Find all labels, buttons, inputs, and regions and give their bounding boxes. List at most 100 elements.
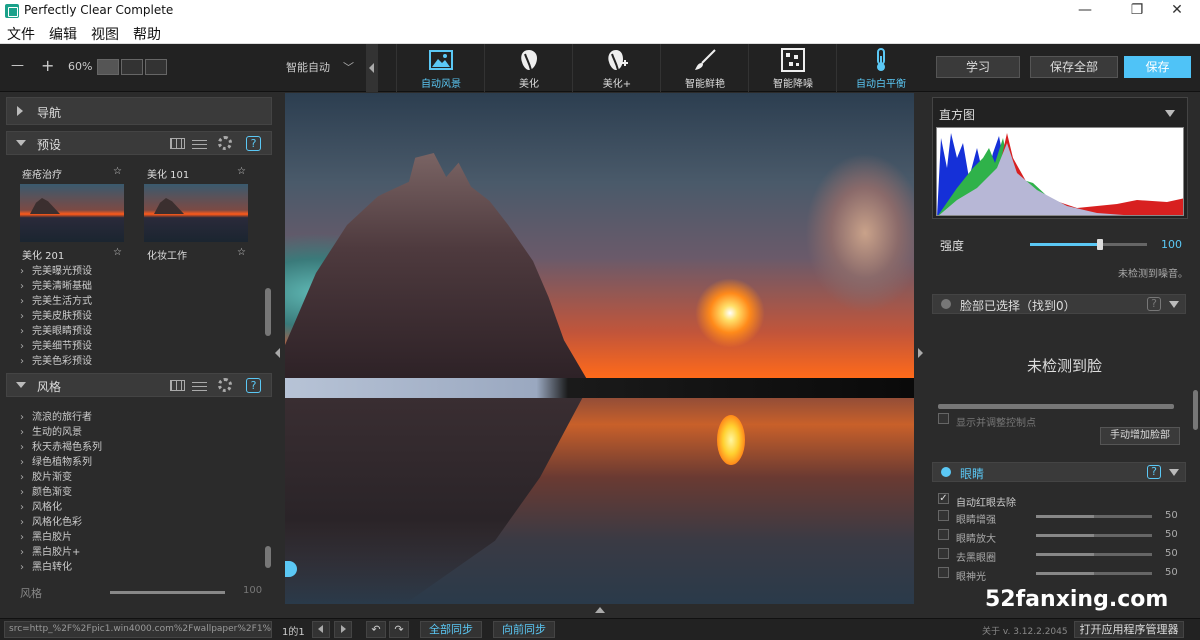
save-button[interactable]: 保存: [1124, 56, 1191, 78]
preset-thumbnail[interactable]: [20, 184, 124, 242]
status-dot: [941, 467, 951, 477]
minimize-button[interactable]: —: [1062, 0, 1108, 22]
list-view-icon[interactable]: [192, 138, 207, 149]
triangle-down-icon[interactable]: [1169, 301, 1179, 308]
star-icon[interactable]: ☆: [113, 247, 122, 258]
list-item[interactable]: › 完美清晰基础: [20, 277, 92, 292]
list-item[interactable]: › 完美皮肤预设: [20, 307, 92, 322]
eye-checkbox[interactable]: [938, 548, 949, 559]
eye-slider[interactable]: [1036, 572, 1152, 575]
gear-icon[interactable]: [218, 136, 232, 150]
list-item[interactable]: › 胶片渐变: [20, 468, 72, 483]
section-navigation[interactable]: 导航: [6, 97, 272, 125]
triangle-down-icon[interactable]: [1165, 110, 1175, 117]
tool-auto-landscape[interactable]: 自动风景: [396, 44, 484, 92]
help-icon[interactable]: ?: [1147, 465, 1161, 479]
list-item[interactable]: › 黑白胶片+: [20, 543, 80, 558]
chevron-down-icon[interactable]: ﹀: [343, 59, 354, 75]
style-scrollbar[interactable]: [265, 546, 271, 568]
single-view-icon[interactable]: [97, 59, 119, 75]
list-item[interactable]: › 流浪的旅行者: [20, 408, 92, 423]
section-face[interactable]: 脸部已选择（找到0） ?: [932, 294, 1186, 314]
image-canvas[interactable]: [285, 93, 914, 604]
menu-help[interactable]: 帮助: [133, 24, 161, 44]
right-splitter[interactable]: [914, 93, 928, 618]
list-item[interactable]: › 完美生活方式: [20, 292, 92, 307]
right-scrollbar[interactable]: [1193, 390, 1198, 430]
menu-edit[interactable]: 编辑: [49, 24, 77, 44]
show-points-checkbox[interactable]: [938, 413, 949, 424]
list-item[interactable]: › 黑白胶片: [20, 528, 72, 543]
list-item[interactable]: › 生动的风景: [20, 423, 82, 438]
section-eyes[interactable]: 眼睛 ?: [932, 462, 1186, 482]
tool-auto-white-balance[interactable]: 自动白平衡: [836, 44, 924, 92]
eye-row-label: 眼睛增强: [956, 515, 996, 526]
menu-file[interactable]: 文件: [7, 24, 35, 44]
face-icon: [521, 50, 537, 71]
list-item[interactable]: › 黑白转化: [20, 558, 72, 573]
grid-view-icon[interactable]: [170, 380, 185, 391]
open-app-manager-button[interactable]: 打开应用程序管理器: [1074, 621, 1184, 638]
help-icon[interactable]: ?: [246, 136, 261, 151]
list-item[interactable]: › 风格化: [20, 498, 62, 513]
eye-slider[interactable]: [1036, 534, 1152, 537]
list-view-icon[interactable]: [192, 380, 207, 391]
next-image-button[interactable]: [334, 621, 352, 638]
list-item[interactable]: › 颜色渐变: [20, 483, 72, 498]
presets-scrollbar[interactable]: [265, 288, 271, 336]
undo-icon[interactable]: ↶: [366, 621, 386, 638]
tool-beautify-plus[interactable]: 美化+: [572, 44, 660, 92]
gear-icon[interactable]: [218, 378, 232, 392]
list-item[interactable]: › 完美色彩预设: [20, 352, 92, 367]
style-strength-slider[interactable]: [110, 591, 225, 594]
split-view-icon[interactable]: [121, 59, 143, 75]
preset-thumbnail[interactable]: [144, 184, 248, 242]
help-icon[interactable]: ?: [246, 378, 261, 393]
side-by-side-view-icon[interactable]: [145, 59, 167, 75]
close-button[interactable]: ✕: [1154, 0, 1200, 22]
strength-knob[interactable]: [1097, 239, 1104, 250]
zoom-in-button[interactable]: +: [41, 56, 54, 75]
left-splitter[interactable]: [272, 93, 285, 618]
source-path[interactable]: src=http_%2F%2Fpic1.win4000.com%2Fwallpa…: [4, 621, 272, 638]
list-item-label: 绿色植物系列: [32, 457, 92, 468]
redo-icon[interactable]: ↷: [389, 621, 409, 638]
red-eye-checkbox[interactable]: ✓: [938, 493, 949, 504]
list-item[interactable]: › 完美眼睛预设: [20, 322, 92, 337]
section-style[interactable]: 风格 ?: [6, 373, 272, 397]
tool-smart-vivid[interactable]: 智能鲜艳: [660, 44, 748, 92]
preset-select[interactable]: 智能自动: [286, 59, 330, 75]
add-face-button[interactable]: 手动增加脸部: [1100, 427, 1180, 445]
tool-smart-denoise[interactable]: 智能降噪: [748, 44, 836, 92]
sync-all-button[interactable]: 全部同步: [420, 621, 482, 638]
grid-view-icon[interactable]: [170, 138, 185, 149]
star-icon[interactable]: ☆: [113, 166, 122, 177]
list-item[interactable]: › 完美细节预设: [20, 337, 92, 352]
list-item[interactable]: › 绿色植物系列: [20, 453, 92, 468]
chevron-right-icon: ›: [20, 341, 24, 352]
zoom-out-button[interactable]: —: [11, 58, 24, 73]
tool-beautify[interactable]: 美化: [484, 44, 572, 92]
list-item[interactable]: › 秋天赤褐色系列: [20, 438, 102, 453]
list-item[interactable]: › 风格化色彩: [20, 513, 82, 528]
eye-checkbox[interactable]: [938, 510, 949, 521]
star-icon[interactable]: ☆: [237, 247, 246, 258]
help-icon[interactable]: ?: [1147, 297, 1161, 311]
eye-slider[interactable]: [1036, 515, 1152, 518]
eye-checkbox[interactable]: [938, 529, 949, 540]
strength-slider[interactable]: [1030, 239, 1147, 250]
star-icon[interactable]: ☆: [237, 166, 246, 177]
prev-image-button[interactable]: [312, 621, 330, 638]
collapse-toolbar-button[interactable]: [366, 44, 378, 92]
section-presets[interactable]: 预设 ?: [6, 131, 272, 155]
eye-checkbox[interactable]: [938, 567, 949, 578]
list-item[interactable]: › 完美曝光预设: [20, 262, 92, 277]
strength-value: 100: [1161, 238, 1182, 251]
triangle-down-icon[interactable]: [1169, 469, 1179, 476]
eye-slider[interactable]: [1036, 553, 1152, 556]
save-all-button[interactable]: 保存全部: [1030, 56, 1118, 78]
bottom-splitter[interactable]: [285, 604, 914, 618]
sync-forward-button[interactable]: 向前同步: [493, 621, 555, 638]
learn-button[interactable]: 学习: [936, 56, 1020, 78]
menu-view[interactable]: 视图: [91, 24, 119, 44]
